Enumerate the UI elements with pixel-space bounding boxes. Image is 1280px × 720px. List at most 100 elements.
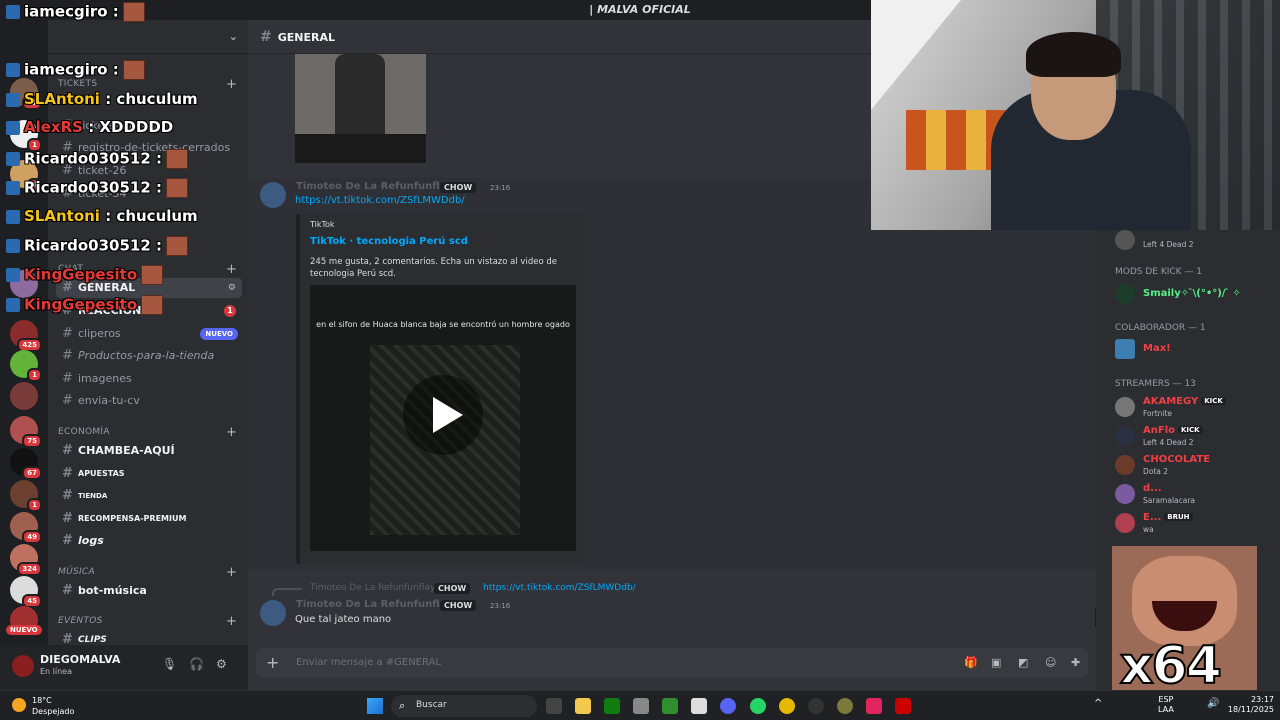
user-status: En línea bbox=[40, 667, 73, 676]
user-name: DIEGOMALVA bbox=[40, 653, 121, 666]
add-channel-icon[interactable]: + bbox=[226, 565, 237, 580]
channel-recompensa-premium[interactable]: •#RECOMPENSA-PREMIUM bbox=[56, 509, 242, 529]
reply-author[interactable]: Timoteo De La Refunfunflaya bbox=[310, 583, 441, 593]
reply-link[interactable]: https://vt.tiktok.com/ZSfLMWDdb/ bbox=[483, 583, 636, 593]
tiktok-icon[interactable] bbox=[866, 698, 882, 714]
message-link[interactable]: https://vt.tiktok.com/ZSfLMWDdb/ bbox=[295, 195, 465, 206]
channel-productos[interactable]: # Productos-para-la-tienda bbox=[56, 346, 242, 366]
category-economia[interactable]: ECONOMÍA + bbox=[58, 425, 237, 440]
server-icon[interactable]: 75 bbox=[10, 416, 42, 448]
apps-icon[interactable]: ✚ bbox=[1071, 656, 1080, 669]
file-explorer-icon[interactable] bbox=[575, 698, 591, 714]
app-icon[interactable] bbox=[837, 698, 853, 714]
member-item[interactable]: Smaily✧ ̄\(°•°)/ ̄ ✧ bbox=[1115, 282, 1275, 308]
server-icon[interactable]: 49 bbox=[10, 512, 42, 544]
whatsapp-icon[interactable] bbox=[750, 698, 766, 714]
emote-icon bbox=[166, 149, 189, 169]
server-icon[interactable]: 1 bbox=[10, 480, 42, 512]
member-item[interactable]: Left 4 Dead 2 bbox=[1115, 228, 1275, 254]
tiktok-embed: TikTok TikTok · tecnologia Perú scd 245 … bbox=[296, 214, 584, 564]
channel-envia-tu-cv[interactable]: # envia-tu-cv bbox=[56, 391, 242, 411]
channel-clips[interactable]: •#CLIPS bbox=[56, 630, 242, 645]
start-button[interactable] bbox=[367, 698, 383, 714]
weather-icon bbox=[12, 698, 26, 712]
language-indicator[interactable]: ESP LAA bbox=[1158, 695, 1174, 715]
emote-multiplier: x64 bbox=[1119, 635, 1223, 697]
embed-description: 245 me gusta, 2 comentarios. Echa un vis… bbox=[310, 257, 557, 279]
message-author[interactable]: Timoteo De La Refunfunflaya bbox=[296, 599, 459, 610]
sticker-icon[interactable]: ◩ bbox=[1018, 656, 1028, 669]
member-item[interactable]: E... BRUH wa bbox=[1115, 511, 1275, 537]
hash-icon: # bbox=[62, 632, 72, 645]
gift-icon[interactable]: 🎁 bbox=[964, 656, 978, 669]
embed-provider: TikTok bbox=[310, 220, 335, 229]
gear-icon[interactable]: ⚙ bbox=[216, 657, 227, 671]
clock[interactable]: 23:17 18/11/2025 bbox=[1226, 695, 1274, 715]
chevron-up-icon[interactable]: ^ bbox=[1094, 699, 1102, 709]
channel-logs[interactable]: •#logs bbox=[56, 531, 242, 551]
hash-icon: # bbox=[62, 466, 73, 481]
channel-tienda[interactable]: •#TIENDA bbox=[56, 486, 242, 506]
overlay-chat-line: AlexRS : XDDDDD bbox=[6, 118, 173, 136]
user-panel: DIEGOMALVA En línea 🎙 🎧 ⚙ bbox=[0, 645, 248, 690]
members-section-streamers: STREAMERS — 13 bbox=[1115, 379, 1196, 389]
hash-icon: # bbox=[62, 348, 73, 363]
member-item[interactable]: AnFlo KICK Left 4 Dead 2 bbox=[1115, 424, 1275, 450]
notepad-icon[interactable] bbox=[691, 698, 707, 714]
add-attachment-icon[interactable]: + bbox=[266, 653, 279, 672]
server-icon[interactable]: 324 bbox=[10, 544, 42, 576]
member-item[interactable]: CHOCOLATE Dota 2 bbox=[1115, 453, 1275, 479]
message-author[interactable]: Timoteo De La Refunfunflaya bbox=[296, 181, 459, 192]
members-section-mods: MODS DE KICK — 1 bbox=[1115, 267, 1203, 277]
role-tag: CHOW bbox=[440, 600, 477, 611]
add-channel-icon[interactable]: + bbox=[226, 425, 237, 440]
embed-title[interactable]: TikTok · tecnologia Perú scd bbox=[310, 236, 468, 247]
category-musica[interactable]: MÚSICA + bbox=[58, 565, 237, 580]
discord-icon[interactable] bbox=[720, 698, 736, 714]
hash-icon: # bbox=[62, 511, 73, 526]
store-icon[interactable] bbox=[633, 698, 649, 714]
avatar[interactable] bbox=[260, 600, 286, 626]
speaker-icon[interactable]: 🔊 bbox=[1207, 699, 1219, 709]
hash-icon: # bbox=[62, 583, 73, 598]
channel-chambea-aqui[interactable]: •#CHAMBEA-AQUÍ bbox=[56, 441, 242, 461]
chrome-icon[interactable] bbox=[779, 698, 795, 714]
emote-icon bbox=[141, 295, 164, 315]
play-icon[interactable] bbox=[403, 375, 483, 455]
headphones-icon[interactable]: 🎧 bbox=[189, 657, 204, 671]
task-view-icon[interactable] bbox=[546, 698, 562, 714]
app-icon[interactable] bbox=[895, 698, 911, 714]
channel-bot-musica[interactable]: •#bot-música bbox=[56, 581, 242, 601]
server-icon[interactable]: 67 bbox=[10, 448, 42, 480]
avatar bbox=[1115, 230, 1135, 250]
kick-badge-icon bbox=[6, 63, 20, 77]
emoji-icon[interactable]: ☺ bbox=[1045, 656, 1056, 669]
server-icon[interactable]: 45 bbox=[10, 576, 42, 608]
server-icon[interactable] bbox=[10, 382, 38, 410]
member-item[interactable]: Max! bbox=[1115, 337, 1275, 363]
xbox-icon[interactable] bbox=[604, 698, 620, 714]
nuevo-pill: NUEVO bbox=[6, 625, 42, 635]
member-item[interactable]: AKAMEGY KICK Fortnite bbox=[1115, 395, 1275, 421]
avatar[interactable] bbox=[12, 655, 34, 677]
role-tag: CHOW bbox=[440, 182, 477, 193]
member-item[interactable]: d... Saramalacara bbox=[1115, 482, 1275, 508]
previous-image-attachment[interactable] bbox=[295, 54, 426, 163]
channel-apuestas[interactable]: •#APUESTAS bbox=[56, 464, 242, 484]
minecraft-icon[interactable] bbox=[662, 698, 678, 714]
avatar[interactable] bbox=[260, 182, 286, 208]
category-eventos[interactable]: EVENTOS + bbox=[58, 614, 237, 629]
server-icon[interactable]: 425 bbox=[10, 320, 42, 352]
avatar bbox=[1115, 284, 1135, 304]
add-channel-icon[interactable]: + bbox=[226, 614, 237, 629]
channel-imagenes[interactable]: # imagenes bbox=[56, 369, 242, 389]
gif-icon[interactable]: ▣ bbox=[991, 656, 1001, 669]
obs-icon[interactable] bbox=[808, 698, 824, 714]
message-time: 23:16 bbox=[490, 184, 511, 192]
embed-video[interactable]: en el sifon de Huaca blanca baja se enco… bbox=[310, 285, 576, 551]
channel-cliperos[interactable]: # cliperos NUEVO bbox=[56, 324, 242, 344]
server-icon[interactable]: 1 bbox=[10, 350, 42, 382]
message-composer[interactable]: + Enviar mensaje a #GENERAL 🎁 ▣ ◩ ☺ ✚ bbox=[256, 648, 1088, 678]
taskbar-search[interactable]: ⌕ Buscar bbox=[391, 695, 537, 717]
microphone-icon[interactable]: 🎙 bbox=[162, 657, 177, 671]
